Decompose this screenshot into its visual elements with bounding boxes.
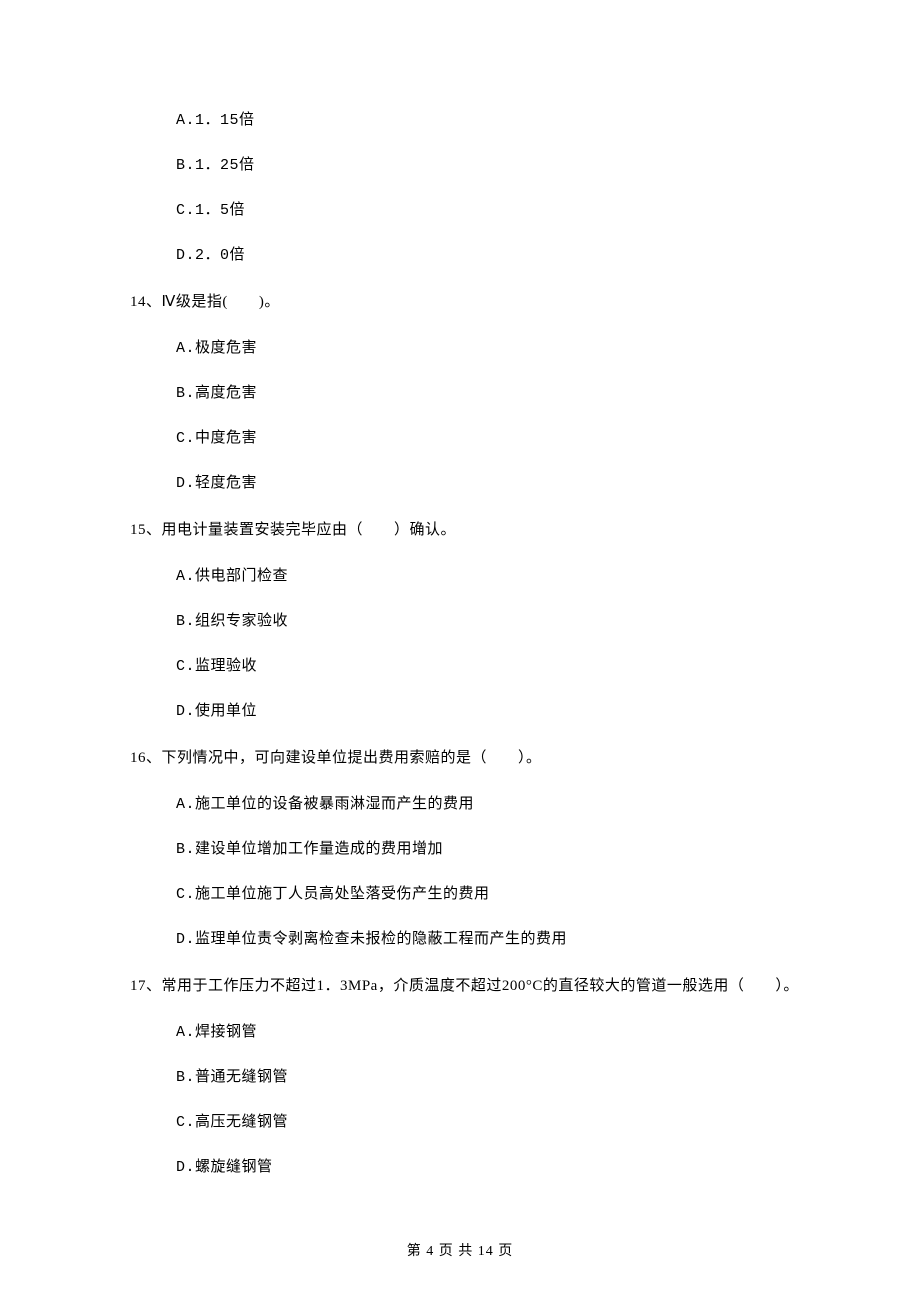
q16-option-c: C.施工单位施丁人员高处坠落受伤产生的费用 [176, 884, 800, 905]
q14-option-b: B.高度危害 [176, 383, 800, 404]
q13-option-a: A.1．15倍 [176, 110, 800, 131]
q14-option-c: C.中度危害 [176, 428, 800, 449]
document-page: A.1．15倍 B.1．25倍 C.1．5倍 D.2．0倍 14、Ⅳ级是指( )… [0, 0, 920, 1302]
q15-stem: 15、用电计量装置安装完毕应由（ ）确认。 [130, 518, 800, 542]
q17-stem: 17、常用于工作压力不超过1．3MPa，介质温度不超过200°C的直径较大的管道… [130, 974, 800, 998]
q16-option-d: D.监理单位责令剥离检查未报检的隐蔽工程而产生的费用 [176, 929, 800, 950]
q17-option-c: C.高压无缝钢管 [176, 1112, 800, 1133]
q17-option-d: D.螺旋缝钢管 [176, 1157, 800, 1178]
q14-option-d: D.轻度危害 [176, 473, 800, 494]
q13-option-b: B.1．25倍 [176, 155, 800, 176]
q16-stem: 16、下列情况中，可向建设单位提出费用索赔的是（ ）。 [130, 746, 800, 770]
q17-option-b: B.普通无缝钢管 [176, 1067, 800, 1088]
q13-option-c: C.1．5倍 [176, 200, 800, 221]
q15-option-c: C.监理验收 [176, 656, 800, 677]
page-footer: 第 4 页 共 14 页 [0, 1240, 920, 1260]
q14-stem: 14、Ⅳ级是指( )。 [130, 290, 800, 314]
q14-option-a: A.极度危害 [176, 338, 800, 359]
q13-option-d: D.2．0倍 [176, 245, 800, 266]
q15-option-b: B.组织专家验收 [176, 611, 800, 632]
q15-option-d: D.使用单位 [176, 701, 800, 722]
q16-option-b: B.建设单位增加工作量造成的费用增加 [176, 839, 800, 860]
q15-option-a: A.供电部门检查 [176, 566, 800, 587]
q17-option-a: A.焊接钢管 [176, 1022, 800, 1043]
q16-option-a: A.施工单位的设备被暴雨淋湿而产生的费用 [176, 794, 800, 815]
